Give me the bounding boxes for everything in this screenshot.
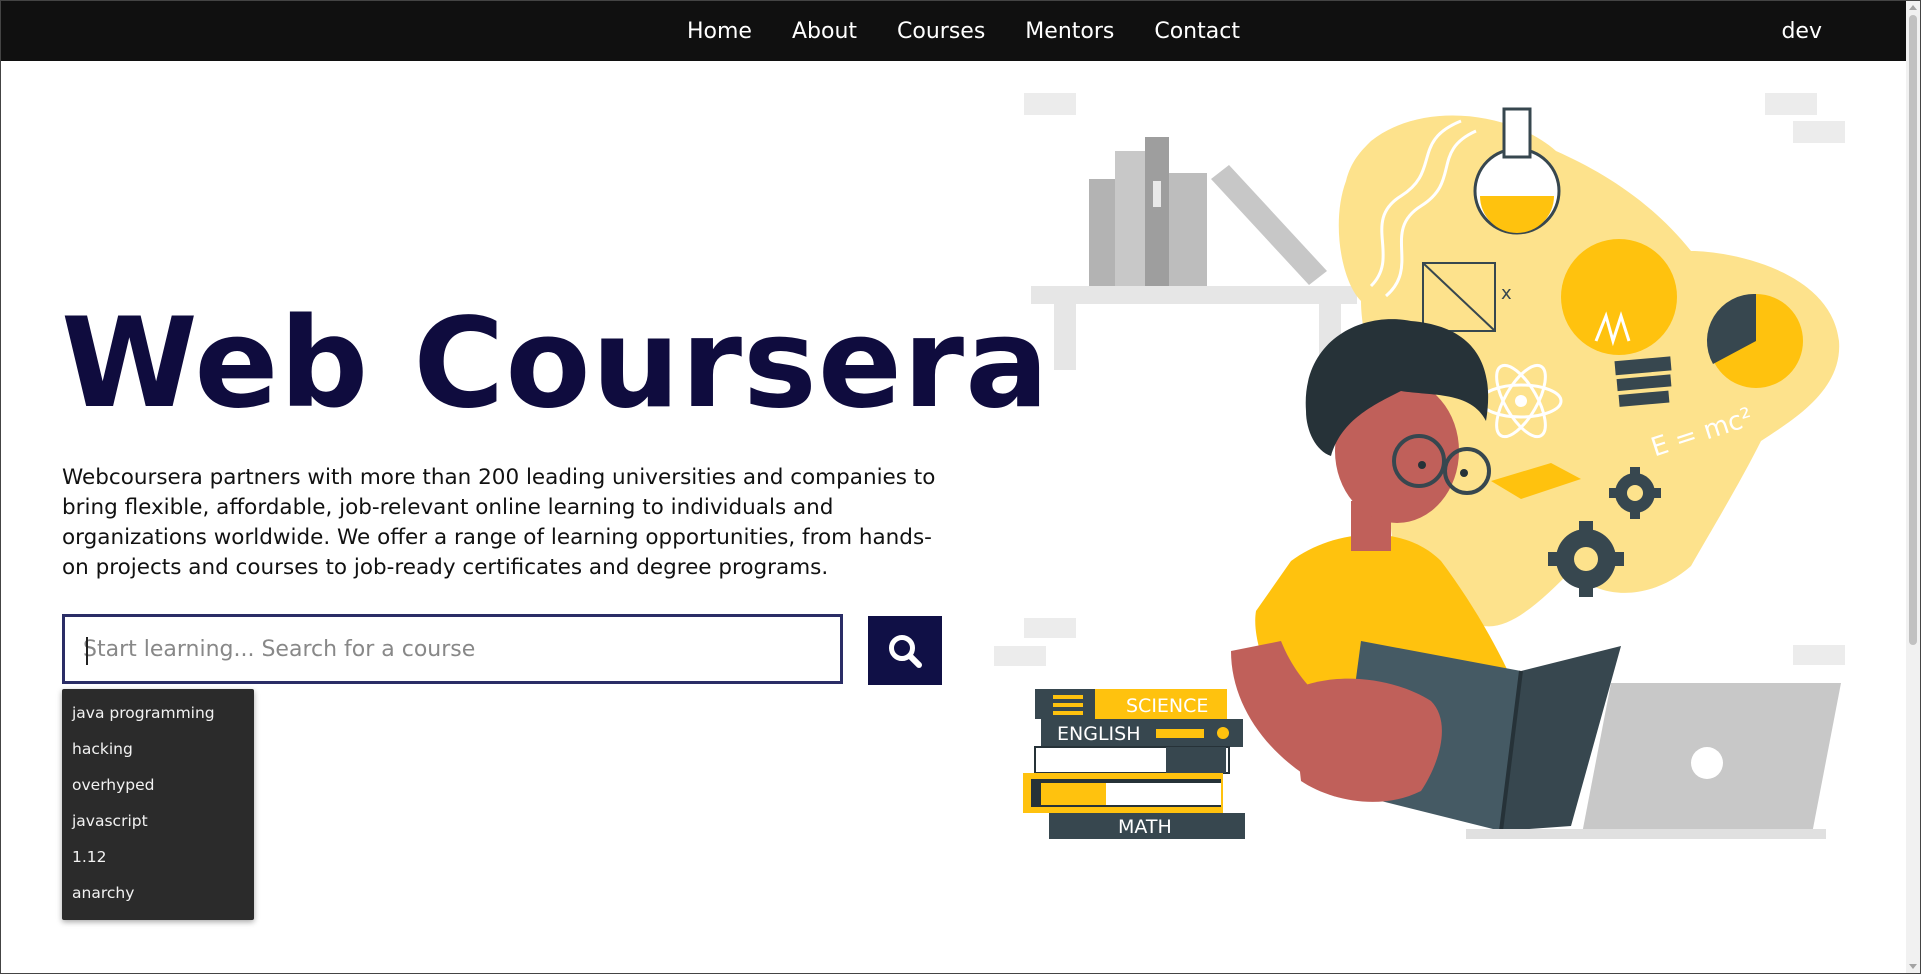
book-label-math: MATH [1118, 816, 1172, 838]
text-caret [86, 637, 88, 665]
svg-text:x: x [1501, 283, 1512, 304]
suggestion-item[interactable]: javascript [62, 803, 254, 839]
suggestion-item[interactable]: 1.12 [62, 839, 254, 875]
hero-illustration: x E = mc² SCIENCE ENGLISH MATH [994, 93, 1845, 839]
suggestion-item[interactable]: hacking [62, 731, 254, 767]
nav-user-link[interactable]: dev [1781, 1, 1822, 61]
nav-mentors-link[interactable]: Mentors [1025, 19, 1114, 44]
suggestion-item[interactable]: anarchy [62, 875, 254, 911]
nav-courses-link[interactable]: Courses [897, 19, 985, 44]
scroll-up-arrow-icon[interactable] [1909, 5, 1917, 10]
nav-about-link[interactable]: About [792, 19, 857, 44]
top-navbar: Home About Courses Mentors Contact dev [1, 1, 1920, 61]
nav-links: Home About Courses Mentors Contact [687, 1, 1280, 61]
book-stack: SCIENCE ENGLISH MATH [1023, 689, 1245, 839]
nav-contact-link[interactable]: Contact [1154, 19, 1240, 44]
search-input[interactable] [65, 617, 840, 681]
book-label-science: SCIENCE [1126, 695, 1208, 717]
hero-description: Webcoursera partners with more than 200 … [62, 465, 936, 580]
student-hand [1291, 678, 1442, 802]
book-label-english: ENGLISH [1057, 723, 1140, 745]
bookshelf [1031, 137, 1357, 370]
scroll-down-arrow-icon[interactable] [1909, 964, 1917, 969]
suggestion-item[interactable]: java programming [62, 695, 254, 731]
search-button[interactable] [868, 616, 942, 685]
nav-home-link[interactable]: Home [687, 19, 752, 44]
hero-title: Web Coursera [61, 292, 1050, 436]
search-icon [889, 634, 922, 668]
suggestion-item[interactable]: overhyped [62, 767, 254, 803]
scrollbar-thumb[interactable] [1909, 15, 1917, 645]
search-field-container [62, 614, 843, 684]
page-scrollbar[interactable] [1906, 1, 1920, 973]
browser-viewport: Home About Courses Mentors Contact dev W… [0, 0, 1921, 974]
search-suggestions-dropdown: java programming hacking overhyped javas… [62, 689, 254, 920]
